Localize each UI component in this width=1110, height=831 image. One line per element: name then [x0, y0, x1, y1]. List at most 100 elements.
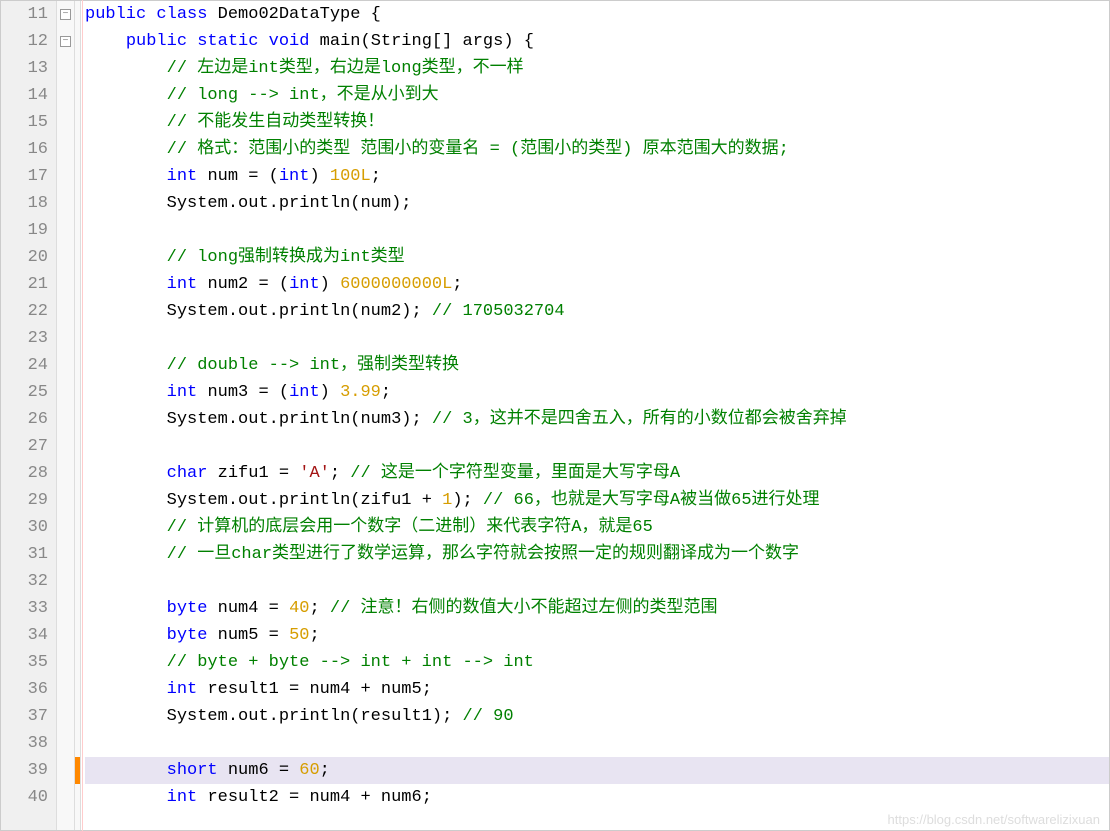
token-punc: ( — [350, 707, 360, 726]
line-number-gutter[interactable]: 1112131415161718192021222324252627282930… — [1, 1, 57, 830]
code-line[interactable] — [85, 325, 1109, 352]
code-line[interactable]: public static void main(String[] args) { — [85, 28, 1109, 55]
fold-marker[interactable] — [57, 568, 74, 595]
line-number[interactable]: 31 — [1, 541, 48, 568]
fold-marker[interactable] — [57, 703, 74, 730]
line-number[interactable]: 37 — [1, 703, 48, 730]
fold-marker[interactable] — [57, 541, 74, 568]
fold-marker[interactable] — [57, 676, 74, 703]
fold-marker[interactable] — [57, 109, 74, 136]
code-line[interactable] — [85, 433, 1109, 460]
code-line[interactable]: System.out.println(result1); // 90 — [85, 703, 1109, 730]
token-punc — [197, 788, 207, 807]
line-number[interactable]: 35 — [1, 649, 48, 676]
fold-marker[interactable] — [57, 487, 74, 514]
code-line[interactable]: // 计算机的底层会用一个数字（二进制）来代表字符A，就是65 — [85, 514, 1109, 541]
fold-marker[interactable] — [57, 298, 74, 325]
line-number[interactable]: 15 — [1, 109, 48, 136]
code-line[interactable]: public class Demo02DataType { — [85, 1, 1109, 28]
fold-marker[interactable] — [57, 55, 74, 82]
fold-marker[interactable] — [57, 514, 74, 541]
line-number[interactable]: 34 — [1, 622, 48, 649]
fold-marker[interactable]: − — [57, 28, 74, 55]
code-line[interactable] — [85, 217, 1109, 244]
line-number[interactable]: 24 — [1, 352, 48, 379]
fold-marker[interactable] — [57, 460, 74, 487]
fold-marker[interactable] — [57, 352, 74, 379]
code-line[interactable]: short num6 = 60; — [85, 757, 1109, 784]
code-line[interactable]: // 左边是int类型，右边是long类型，不一样 — [85, 55, 1109, 82]
token-punc — [85, 680, 167, 699]
code-area[interactable]: public class Demo02DataType { public sta… — [81, 1, 1109, 830]
code-line[interactable]: // 格式：范围小的类型 范围小的变量名 = (范围小的类型) 原本范围大的数据… — [85, 136, 1109, 163]
line-number[interactable]: 33 — [1, 595, 48, 622]
code-line[interactable]: int num = (int) 100L; — [85, 163, 1109, 190]
code-line[interactable]: byte num5 = 50; — [85, 622, 1109, 649]
code-line[interactable]: System.out.println(zifu1 + 1); // 66，也就是… — [85, 487, 1109, 514]
code-line[interactable]: System.out.println(num3); // 3，这并不是四舍五入，… — [85, 406, 1109, 433]
code-line[interactable] — [85, 568, 1109, 595]
line-number[interactable]: 38 — [1, 730, 48, 757]
line-number[interactable]: 39 — [1, 757, 48, 784]
fold-marker[interactable] — [57, 730, 74, 757]
fold-marker[interactable]: − — [57, 1, 74, 28]
line-number[interactable]: 27 — [1, 433, 48, 460]
fold-marker[interactable] — [57, 595, 74, 622]
line-number[interactable]: 12 — [1, 28, 48, 55]
line-number[interactable]: 25 — [1, 379, 48, 406]
fold-marker[interactable] — [57, 325, 74, 352]
code-line[interactable]: // long强制转换成为int类型 — [85, 244, 1109, 271]
token-punc: ); — [401, 410, 432, 429]
line-number[interactable]: 29 — [1, 487, 48, 514]
code-line[interactable]: // 一旦char类型进行了数学运算，那么字符就会按照一定的规则翻译成为一个数字 — [85, 541, 1109, 568]
code-line[interactable] — [85, 730, 1109, 757]
code-line[interactable]: System.out.println(num2); // 1705032704 — [85, 298, 1109, 325]
fold-minus-icon[interactable]: − — [60, 36, 71, 47]
fold-marker[interactable] — [57, 163, 74, 190]
code-editor[interactable]: 1112131415161718192021222324252627282930… — [1, 1, 1109, 830]
fold-column[interactable]: −− — [57, 1, 75, 830]
code-line[interactable]: // double --> int，强制类型转换 — [85, 352, 1109, 379]
code-line[interactable]: int result1 = num4 + num5; — [85, 676, 1109, 703]
line-number[interactable]: 19 — [1, 217, 48, 244]
fold-marker[interactable] — [57, 136, 74, 163]
fold-marker[interactable] — [57, 757, 74, 784]
code-line[interactable]: // byte + byte --> int + int --> int — [85, 649, 1109, 676]
code-line[interactable]: byte num4 = 40; // 注意！右侧的数值大小不能超过左侧的类型范围 — [85, 595, 1109, 622]
fold-marker[interactable] — [57, 622, 74, 649]
fold-marker[interactable] — [57, 649, 74, 676]
line-number[interactable]: 21 — [1, 271, 48, 298]
fold-marker[interactable] — [57, 244, 74, 271]
fold-marker[interactable] — [57, 433, 74, 460]
fold-marker[interactable] — [57, 784, 74, 811]
code-line[interactable]: // 不能发生自动类型转换！ — [85, 109, 1109, 136]
line-number[interactable]: 40 — [1, 784, 48, 811]
line-number[interactable]: 20 — [1, 244, 48, 271]
code-line[interactable]: int result2 = num4 + num6; — [85, 784, 1109, 811]
code-line[interactable]: int num3 = (int) 3.99; — [85, 379, 1109, 406]
line-number[interactable]: 11 — [1, 1, 48, 28]
line-number[interactable]: 30 — [1, 514, 48, 541]
line-number[interactable]: 18 — [1, 190, 48, 217]
code-line[interactable]: System.out.println(num); — [85, 190, 1109, 217]
line-number[interactable]: 22 — [1, 298, 48, 325]
fold-marker[interactable] — [57, 271, 74, 298]
line-number[interactable]: 13 — [1, 55, 48, 82]
line-number[interactable]: 28 — [1, 460, 48, 487]
fold-marker[interactable] — [57, 190, 74, 217]
code-line[interactable]: char zifu1 = 'A'; // 这是一个字符型变量，里面是大写字母A — [85, 460, 1109, 487]
fold-marker[interactable] — [57, 82, 74, 109]
line-number[interactable]: 23 — [1, 325, 48, 352]
fold-marker[interactable] — [57, 217, 74, 244]
code-line[interactable]: // long --> int，不是从小到大 — [85, 82, 1109, 109]
code-line[interactable]: int num2 = (int) 6000000000L; — [85, 271, 1109, 298]
fold-minus-icon[interactable]: − — [60, 9, 71, 20]
line-number[interactable]: 26 — [1, 406, 48, 433]
line-number[interactable]: 14 — [1, 82, 48, 109]
line-number[interactable]: 32 — [1, 568, 48, 595]
line-number[interactable]: 16 — [1, 136, 48, 163]
line-number[interactable]: 36 — [1, 676, 48, 703]
line-number[interactable]: 17 — [1, 163, 48, 190]
fold-marker[interactable] — [57, 379, 74, 406]
fold-marker[interactable] — [57, 406, 74, 433]
